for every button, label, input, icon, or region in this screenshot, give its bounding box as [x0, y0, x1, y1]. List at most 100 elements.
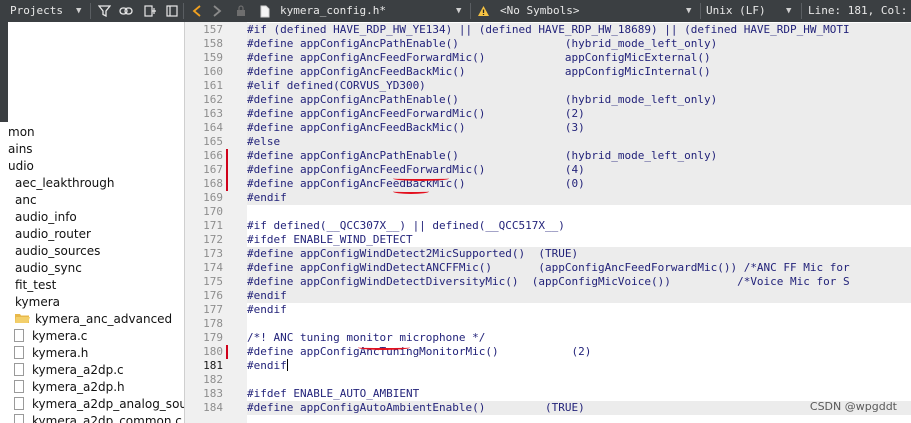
code-text: #define appConfigAutoAmbientEnable() (TR…	[247, 401, 585, 414]
tree-item-label: kymera_a2dp_analog_sou	[32, 397, 185, 411]
line-number: 182	[203, 373, 223, 386]
lock-icon[interactable]	[232, 0, 250, 22]
code-line[interactable]	[247, 317, 911, 331]
code-text: #if defined(__QCC307X__) || defined(__QC…	[247, 219, 565, 232]
text-caret	[286, 359, 288, 371]
nav-forward-icon[interactable]	[208, 0, 226, 22]
file-icon	[14, 380, 24, 393]
tree-item[interactable]: kymera	[15, 294, 60, 311]
current-code-line[interactable]: #endif	[247, 359, 911, 373]
code-line[interactable]: #define appConfigAncPathEnable() (hybrid…	[247, 149, 911, 163]
line-ending-selector[interactable]: Unix (LF)	[706, 0, 766, 22]
line-number: 183	[203, 387, 223, 400]
tree-item[interactable]: audio_sync	[15, 260, 82, 277]
line-number: 184	[203, 401, 223, 414]
filter-icon[interactable]	[95, 0, 113, 22]
code-line[interactable]: #elif defined(CORVUS_YD300)	[247, 79, 911, 93]
tree-item-label: fit_test	[15, 278, 57, 292]
toolbar-divider	[801, 3, 802, 19]
symbols-dropdown[interactable]: <No Symbols>	[500, 0, 579, 22]
code-line[interactable]: /*! ANC tuning monitor microphone */	[247, 331, 911, 345]
code-line[interactable]: #define appConfigAncFeedBackMic() (0)	[247, 177, 911, 191]
code-line[interactable]: #define appConfigAncFeedForwardMic() app…	[247, 51, 911, 65]
tree-item[interactable]: fit_test	[15, 277, 56, 294]
tree-item[interactable]: kymera.h	[14, 345, 88, 362]
code-line[interactable]: #define appConfigWindDetectANCFFMic() (a…	[247, 261, 911, 275]
file-name-dropdown[interactable]: kymera_config.h*	[280, 0, 386, 22]
code-text: #define appConfigWindDetect2MicSupported…	[247, 247, 579, 260]
nav-back-icon[interactable]	[188, 0, 206, 22]
code-line[interactable]	[247, 205, 911, 219]
code-line[interactable]: #define appConfigAncFeedBackMic() appCon…	[247, 65, 911, 79]
code-line[interactable]: #define appConfigWindDetectDiversityMic(…	[247, 275, 911, 289]
code-line[interactable]: #define appConfigAncFeedForwardMic() (4)	[247, 163, 911, 177]
tree-item-label: aec_leakthrough	[15, 176, 115, 190]
layout-split-icon[interactable]	[141, 0, 159, 22]
document-icon	[256, 0, 274, 22]
tree-item[interactable]: ains	[8, 141, 33, 158]
code-line[interactable]: #define appConfigAncPathEnable() (hybrid…	[247, 93, 911, 107]
annotation-underline-monitor	[358, 345, 410, 350]
collapse-panel-icon[interactable]	[163, 0, 181, 22]
toolbar-divider	[90, 3, 91, 19]
tree-item[interactable]: audio_sources	[15, 243, 100, 260]
tree-item[interactable]: udio	[8, 158, 34, 175]
line-number: 171	[203, 219, 223, 232]
link-sync-icon[interactable]	[117, 0, 135, 22]
file-icon	[14, 397, 24, 410]
modified-line-marker	[226, 345, 228, 359]
code-editor[interactable]: #if (defined HAVE_RDP_HW_YE134) || (defi…	[247, 22, 911, 423]
tree-item[interactable]: kymera_a2dp_common.c	[14, 413, 182, 423]
code-text: #endif	[247, 289, 287, 302]
tree-item[interactable]: kymera_a2dp.c	[14, 362, 124, 379]
code-text: #define appConfigAncPathEnable() (hybrid…	[247, 149, 718, 162]
code-text: #define appConfigWindDetectANCFFMic() (a…	[247, 261, 850, 274]
code-line[interactable]: #define appConfigWindDetect2MicSupported…	[247, 247, 911, 261]
panel-dropdown-icon[interactable]: ▼	[76, 0, 81, 22]
tree-item[interactable]: audio_info	[15, 209, 77, 226]
code-line[interactable]: #endif	[247, 289, 911, 303]
tree-item-label: kymera_a2dp_common.c	[32, 414, 182, 423]
code-line[interactable]: #ifdef ENABLE_AUTO_AMBIENT	[247, 387, 911, 401]
line-number: 172	[203, 233, 223, 246]
tree-item-label: kymera	[15, 295, 60, 309]
warning-icon[interactable]	[474, 0, 492, 22]
tree-item[interactable]: anc	[15, 192, 37, 209]
code-line[interactable]: #if (defined HAVE_RDP_HW_YE134) || (defi…	[247, 23, 911, 37]
line-number: 162	[203, 93, 223, 106]
line-number: 174	[203, 261, 223, 274]
code-line[interactable]	[247, 373, 911, 387]
code-line[interactable]: #if defined(__QCC307X__) || defined(__QC…	[247, 219, 911, 233]
code-line[interactable]: #define appConfigAncFeedBackMic() (3)	[247, 121, 911, 135]
code-line[interactable]: #else	[247, 135, 911, 149]
code-text: #define appConfigAncTuningMonitorMic() (…	[247, 345, 592, 358]
tree-item[interactable]: mon	[8, 124, 35, 141]
tree-item[interactable]: kymera.c	[14, 328, 87, 345]
code-text: #define appConfigAncFeedForwardMic() app…	[247, 51, 711, 64]
code-line[interactable]: #define appConfigAncPathEnable() (hybrid…	[247, 37, 911, 51]
code-line[interactable]: #endif	[247, 303, 911, 317]
code-line[interactable]: #endif	[247, 191, 911, 205]
code-text: #define appConfigAncFeedForwardMic() (2)	[247, 107, 585, 120]
tree-item[interactable]: aec_leakthrough	[15, 175, 115, 192]
tree-item[interactable]: kymera_a2dp.h	[14, 379, 125, 396]
tree-item-label: kymera_a2dp.c	[32, 363, 124, 377]
code-line[interactable]: #ifdef ENABLE_WIND_DETECT	[247, 233, 911, 247]
tree-item[interactable]: audio_router	[15, 226, 91, 243]
line-number: 167	[203, 163, 223, 176]
line-number: 158	[203, 37, 223, 50]
code-line[interactable]: #define appConfigAncTuningMonitorMic() (…	[247, 345, 911, 359]
code-text: #elif defined(CORVUS_YD300)	[247, 79, 426, 92]
tree-item-label: audio_sync	[15, 261, 82, 275]
tree-item[interactable]: kymera_a2dp_analog_sou	[14, 396, 185, 413]
line-number: 157	[203, 23, 223, 36]
code-line[interactable]: #define appConfigAncFeedForwardMic() (2)	[247, 107, 911, 121]
tree-item[interactable]: kymera_anc_advanced	[15, 311, 172, 328]
symbols-dropdown-arrow-icon[interactable]: ▼	[686, 0, 691, 22]
line-ending-arrow-icon[interactable]: ▼	[786, 0, 791, 22]
line-number: 170	[203, 205, 223, 218]
file-dropdown-arrow-icon[interactable]: ▼	[456, 0, 461, 22]
code-text: /*! ANC tuning monitor microphone */	[247, 331, 486, 344]
file-icon	[14, 346, 24, 359]
toolbar-divider	[470, 3, 471, 19]
